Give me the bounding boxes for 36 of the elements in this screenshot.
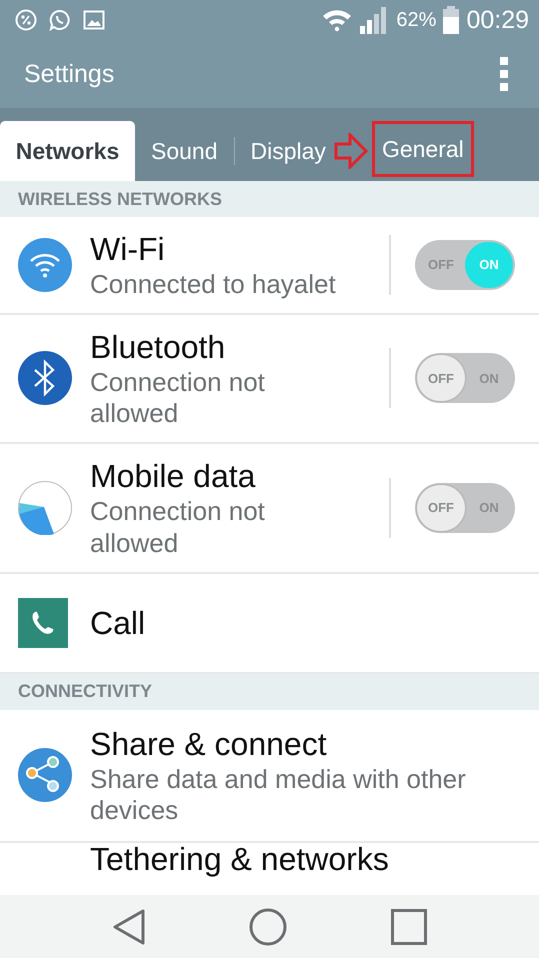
row-title: Share & connect (90, 724, 328, 764)
row-subtitle: Connected to hayalet (90, 269, 337, 301)
row-title: Bluetooth (90, 328, 226, 367)
settings-row[interactable]: Tethering & networks (0, 843, 539, 877)
pointer-arrow-icon (334, 132, 368, 168)
recent-apps-icon[interactable] (391, 908, 428, 944)
back-icon[interactable] (112, 908, 146, 944)
row-title: Wi-Fi (90, 230, 166, 269)
tab[interactable]: Networks (0, 121, 135, 181)
row-title: Tethering & networks (90, 843, 389, 877)
pie-chart-icon (18, 480, 72, 535)
tab[interactable]: Sound (135, 121, 234, 181)
tab[interactable]: General (372, 121, 474, 177)
chat-bubble-icon (49, 9, 71, 31)
bluetooth-icon (18, 351, 72, 406)
phone-icon (18, 598, 68, 648)
image-icon (83, 9, 105, 31)
battery-percent: 62% (396, 8, 436, 32)
row-subtitle: Connection not allowed (90, 366, 266, 430)
percent-icon (15, 9, 37, 31)
share-icon (18, 748, 72, 802)
home-icon[interactable] (249, 908, 288, 946)
clock-time: 00:29 (466, 6, 529, 34)
section-header: WIRELESS NETWORKS (18, 188, 222, 210)
settings-row[interactable]: Share & connect Share data and media with other devices (0, 710, 539, 844)
tab[interactable]: Display (234, 121, 342, 181)
wifi-icon (18, 238, 72, 292)
row-title: Mobile data (90, 457, 256, 496)
screen-title: Settings (24, 60, 114, 88)
wifi-icon (322, 8, 352, 32)
row-subtitle: Connection not allowed (90, 496, 266, 560)
row-subtitle: Share data and media with other devices (90, 764, 467, 828)
section-header: CONNECTIVITY (18, 681, 152, 702)
battery-icon (443, 6, 460, 34)
row-title: Call (90, 604, 146, 643)
more-options-icon[interactable] (499, 57, 509, 91)
